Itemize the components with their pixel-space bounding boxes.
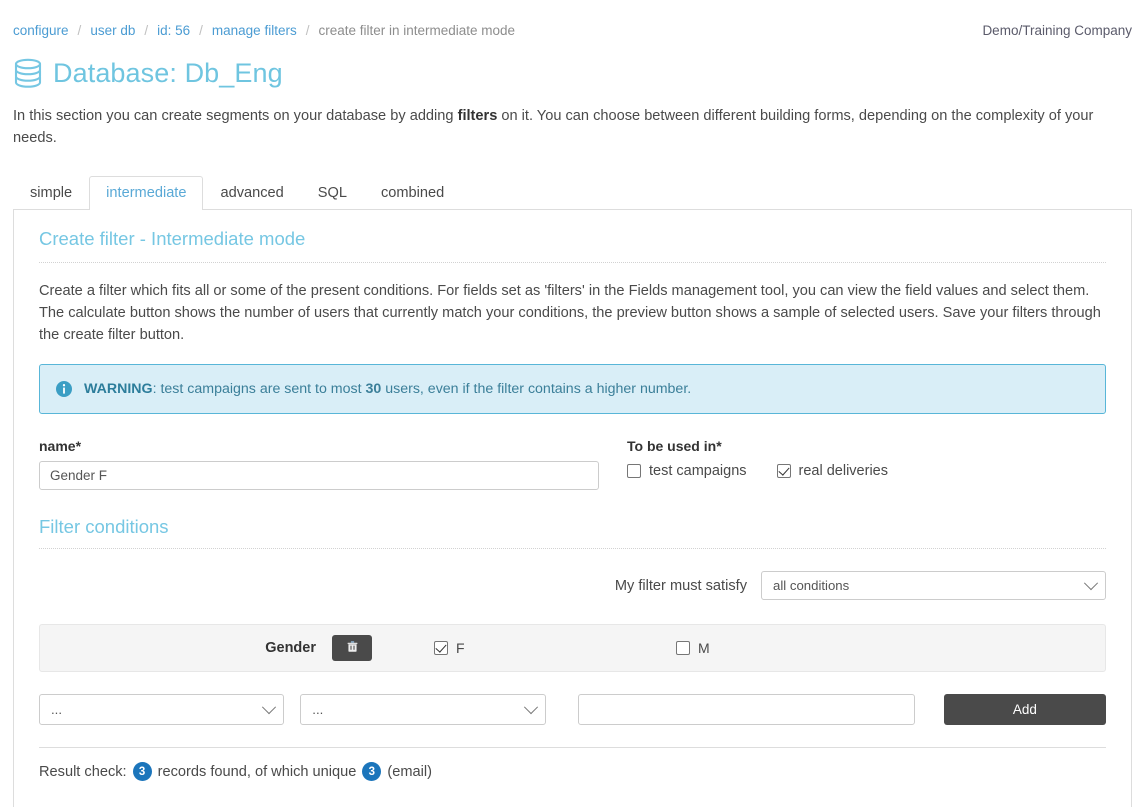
satisfy-select-value: all conditions xyxy=(773,578,850,594)
breadcrumb-item-id[interactable]: id: 56 xyxy=(157,23,190,38)
breadcrumb-separator: / xyxy=(144,22,149,38)
info-icon xyxy=(56,381,72,398)
chevron-down-icon xyxy=(1083,576,1099,591)
filter-name-input[interactable] xyxy=(39,461,599,491)
warning-text-before: : test campaigns are sent to most xyxy=(152,381,366,398)
warning-number: 30 xyxy=(365,381,382,398)
add-condition-row: ... ... Add xyxy=(39,694,1106,726)
panel-description: Create a filter which fits all or some o… xyxy=(39,282,1101,343)
condition-values: F M xyxy=(372,640,1093,656)
delete-condition-button[interactable] xyxy=(332,635,372,662)
warning-banner: WARNING: test campaigns are sent to most… xyxy=(39,364,1106,415)
checkbox-real-deliveries[interactable]: real deliveries xyxy=(776,463,888,480)
result-check-section: Result check: 3 records found, of which … xyxy=(39,747,1106,782)
panel-heading: Create filter - Intermediate mode xyxy=(39,228,1106,263)
breadcrumb-separator: / xyxy=(77,22,82,38)
filter-panel: Create filter - Intermediate mode Create… xyxy=(13,209,1132,807)
checkbox-test-campaigns[interactable]: test campaigns xyxy=(627,463,747,479)
checkbox-label: test campaigns xyxy=(649,463,747,480)
result-check-line: Result check: 3 records found, of which … xyxy=(39,762,1106,782)
condition-row-gender: Gender F M xyxy=(39,624,1106,673)
breadcrumb-item-user-db[interactable]: user db xyxy=(90,23,135,38)
name-and-usage-row: name* To be used in* test campaigns real… xyxy=(39,438,1106,491)
tab-combined[interactable]: combined xyxy=(364,176,461,210)
add-value-input[interactable] xyxy=(577,694,915,726)
used-in-checkbox-group: test campaigns real deliveries xyxy=(627,463,1106,479)
condition-value-label: M xyxy=(698,640,710,657)
result-prefix: Result check: xyxy=(39,763,127,780)
breadcrumb-separator: / xyxy=(199,22,203,38)
intro-paragraph: In this section you can create segments … xyxy=(13,106,1132,150)
name-field-group: name* xyxy=(39,438,599,491)
condition-value-m[interactable]: M xyxy=(676,640,710,656)
tab-advanced[interactable]: advanced xyxy=(203,176,300,210)
page-title: Database: Db_Eng xyxy=(53,57,283,88)
checkbox-box-icon[interactable] xyxy=(676,641,690,656)
breadcrumb-item-configure[interactable]: configure xyxy=(13,23,69,38)
tab-intermediate[interactable]: intermediate xyxy=(89,175,204,210)
top-bar: configure / user db / id: 56 / manage fi… xyxy=(13,0,1132,46)
mode-tabs: simple intermediate advanced SQL combine… xyxy=(13,174,1132,210)
condition-value-f[interactable]: F xyxy=(434,640,676,656)
satisfy-label: My filter must satisfy xyxy=(614,577,747,594)
delete-icon xyxy=(346,640,359,656)
warning-label: WARNING xyxy=(84,381,153,398)
result-middle: records found, of which unique xyxy=(157,763,357,780)
checkbox-label: real deliveries xyxy=(798,463,888,480)
chevron-down-icon xyxy=(262,700,277,715)
checkbox-box-checked-icon[interactable] xyxy=(776,464,791,479)
add-operator-select-value: ... xyxy=(312,702,324,718)
company-name: Demo/Training Company xyxy=(982,22,1132,38)
unique-count-badge: 3 xyxy=(362,762,382,782)
condition-field-label: Gender xyxy=(265,640,316,657)
add-field-select[interactable]: ... xyxy=(39,694,285,726)
satisfy-row: My filter must satisfy all conditions xyxy=(39,571,1106,601)
breadcrumb-item-manage-filters[interactable]: manage filters xyxy=(212,23,297,38)
chevron-down-icon xyxy=(523,700,538,715)
database-icon xyxy=(13,57,43,89)
breadcrumb: configure / user db / id: 56 / manage fi… xyxy=(13,23,515,38)
filter-conditions-heading: Filter conditions xyxy=(39,516,1106,550)
usage-field-group: To be used in* test campaigns real deliv… xyxy=(599,438,1106,490)
tab-sql[interactable]: SQL xyxy=(301,176,364,210)
intro-text-before: In this section you can create segments … xyxy=(13,108,458,124)
page-title-row: Database: Db_Eng xyxy=(13,52,1132,94)
tab-simple[interactable]: simple xyxy=(13,176,89,210)
records-count-badge: 3 xyxy=(132,762,152,782)
warning-text-after: users, even if the filter contains a hig… xyxy=(381,381,692,398)
page-root: configure / user db / id: 56 / manage fi… xyxy=(0,0,1145,807)
add-condition-button[interactable]: Add xyxy=(943,694,1106,726)
condition-value-label: F xyxy=(456,640,465,657)
breadcrumb-item-current: create filter in intermediate mode xyxy=(318,22,516,38)
result-suffix: (email) xyxy=(387,763,432,780)
used-in-label: To be used in* xyxy=(627,438,722,455)
add-operator-select[interactable]: ... xyxy=(300,694,546,726)
intro-text-bold: filters xyxy=(457,108,498,124)
breadcrumb-separator: / xyxy=(305,22,310,38)
satisfy-select[interactable]: all conditions xyxy=(761,571,1106,601)
checkbox-box-icon[interactable] xyxy=(627,464,641,479)
add-field-select-value: ... xyxy=(51,702,62,718)
checkbox-box-checked-icon[interactable] xyxy=(434,641,448,656)
name-label: name* xyxy=(39,438,82,455)
